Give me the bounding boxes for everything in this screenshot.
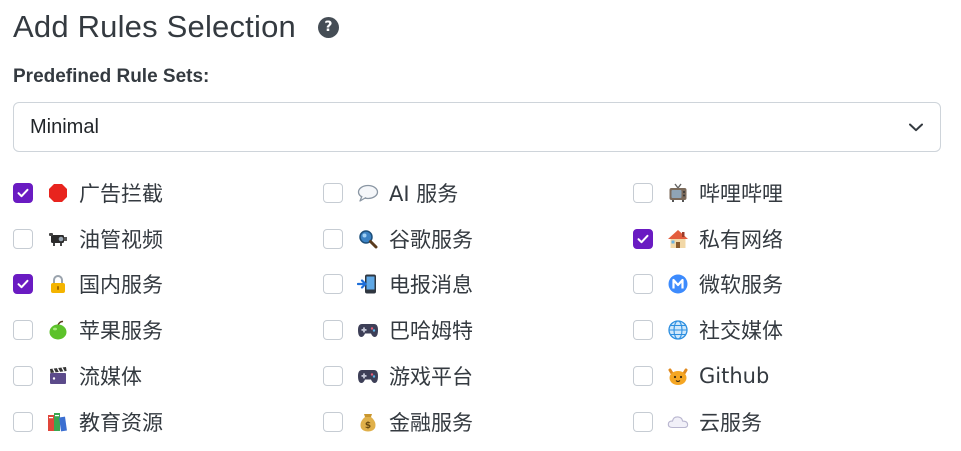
rule-label: 国内服务 [79, 273, 163, 298]
rule-checkbox[interactable] [13, 182, 33, 203]
selected-rule-set: Minimal [30, 115, 99, 138]
globe-icon [667, 319, 689, 341]
books-icon [47, 411, 69, 433]
rule-option-github[interactable]: Github [633, 353, 943, 399]
rule-checkbox[interactable] [13, 411, 33, 432]
m-badge-icon [667, 273, 689, 295]
stop-sign-icon [47, 182, 69, 204]
clapper-icon [47, 365, 69, 387]
svg-text:$: $ [365, 421, 371, 431]
rule-label: Github [699, 364, 770, 389]
rule-checkbox[interactable] [13, 274, 33, 295]
rule-option-item-6[interactable]: 国内服务 [13, 262, 323, 308]
rule-option-item-5[interactable]: 私有网络 [633, 216, 943, 262]
rule-label: 苹果服务 [79, 319, 163, 344]
rule-checkbox[interactable] [633, 274, 653, 295]
rule-option-item-10[interactable]: 巴哈姆特 [323, 307, 633, 353]
title-row: Add Rules Selection ? [13, 0, 941, 54]
rule-checkbox[interactable] [633, 320, 653, 341]
rule-option-item-13[interactable]: 游戏平台 [323, 353, 633, 399]
rule-checkbox[interactable] [323, 320, 343, 341]
rule-label: 微软服务 [699, 273, 783, 298]
rule-option-item-8[interactable]: 微软服务 [633, 262, 943, 308]
predefined-rule-sets-select[interactable]: Minimal [13, 102, 941, 152]
rule-option-item-7[interactable]: 电报消息 [323, 262, 633, 308]
rule-option-item-17[interactable]: 云服务 [633, 399, 943, 445]
add-rules-panel: Add Rules Selection ? Predefined Rule Se… [0, 0, 961, 451]
rule-option-item-12[interactable]: 流媒体 [13, 353, 323, 399]
gamepad-icon [357, 319, 379, 341]
speech-bubble-icon [357, 182, 379, 204]
green-apple-icon [47, 319, 69, 341]
gamepad-icon [357, 365, 379, 387]
cat-icon [667, 365, 689, 387]
rule-option-item-16[interactable]: $ 金融服务 [323, 399, 633, 445]
rule-checkbox[interactable] [323, 366, 343, 387]
rule-checkbox[interactable] [633, 228, 653, 249]
rule-option-item-2[interactable]: 哔哩哔哩 [633, 170, 943, 216]
question-circle-icon[interactable]: ? [317, 16, 339, 38]
house-icon [667, 228, 689, 250]
rule-label: 谷歌服务 [389, 227, 473, 252]
rule-label: AI 服务 [389, 181, 459, 206]
rule-option-item-15[interactable]: 教育资源 [13, 399, 323, 445]
rule-option-item-4[interactable]: 谷歌服务 [323, 216, 633, 262]
rules-row: 广告拦截 AI 服务 哔哩哔哩 [13, 170, 943, 216]
rule-checkbox[interactable] [323, 182, 343, 203]
rules-checkbox-grid: 广告拦截 AI 服务 哔哩哔哩油管视频 谷歌服务 私有网络国内服务 电报消息 微软服务苹果服… [13, 170, 943, 445]
rule-label: 游戏平台 [389, 365, 473, 390]
tv-icon [667, 182, 689, 204]
rule-checkbox[interactable] [633, 182, 653, 203]
mobile-arrow-icon [357, 273, 379, 295]
rule-label: 流媒体 [79, 365, 142, 390]
rule-option-item-3[interactable]: 油管视频 [13, 216, 323, 262]
rule-label: 油管视频 [79, 227, 163, 252]
rule-label: 教育资源 [79, 410, 163, 435]
cloud-icon [667, 411, 689, 433]
rule-label: 金融服务 [389, 410, 473, 435]
rule-checkbox[interactable] [13, 320, 33, 341]
rule-label: 巴哈姆特 [389, 319, 473, 344]
rule-checkbox[interactable] [13, 228, 33, 249]
rules-row: 苹果服务 巴哈姆特 社交媒体 [13, 307, 943, 353]
rule-label: 电报消息 [389, 273, 473, 298]
predefined-rule-sets-label: Predefined Rule Sets: [13, 66, 210, 87]
page-title: Add Rules Selection [13, 9, 296, 44]
rule-label: 云服务 [699, 410, 762, 435]
rule-checkbox[interactable] [323, 411, 343, 432]
rule-option-item-9[interactable]: 苹果服务 [13, 307, 323, 353]
rule-checkbox[interactable] [633, 366, 653, 387]
rule-checkbox[interactable] [633, 411, 653, 432]
rule-label: 社交媒体 [699, 319, 783, 344]
magnifier-icon [357, 228, 379, 250]
rule-option-ai[interactable]: AI 服务 [323, 170, 633, 216]
rule-option-item-11[interactable]: 社交媒体 [633, 307, 943, 353]
rule-label: 哔哩哔哩 [699, 181, 783, 206]
rule-option-item-0[interactable]: 广告拦截 [13, 170, 323, 216]
chevron-down-icon [908, 119, 924, 135]
projector-icon [47, 228, 69, 250]
rules-row: 国内服务 电报消息 微软服务 [13, 262, 943, 308]
rule-label: 私有网络 [699, 227, 783, 252]
money-bag-icon: $ [357, 411, 379, 433]
rule-checkbox[interactable] [323, 274, 343, 295]
rule-checkbox[interactable] [13, 366, 33, 387]
rules-row: 油管视频 谷歌服务 私有网络 [13, 216, 943, 262]
rules-row: 流媒体 游戏平台 Github [13, 353, 943, 399]
rules-row: 教育资源 $ 金融服务 云服务 [13, 399, 943, 445]
lock-icon [47, 273, 69, 295]
rule-label: 广告拦截 [79, 181, 163, 206]
rule-checkbox[interactable] [323, 228, 343, 249]
